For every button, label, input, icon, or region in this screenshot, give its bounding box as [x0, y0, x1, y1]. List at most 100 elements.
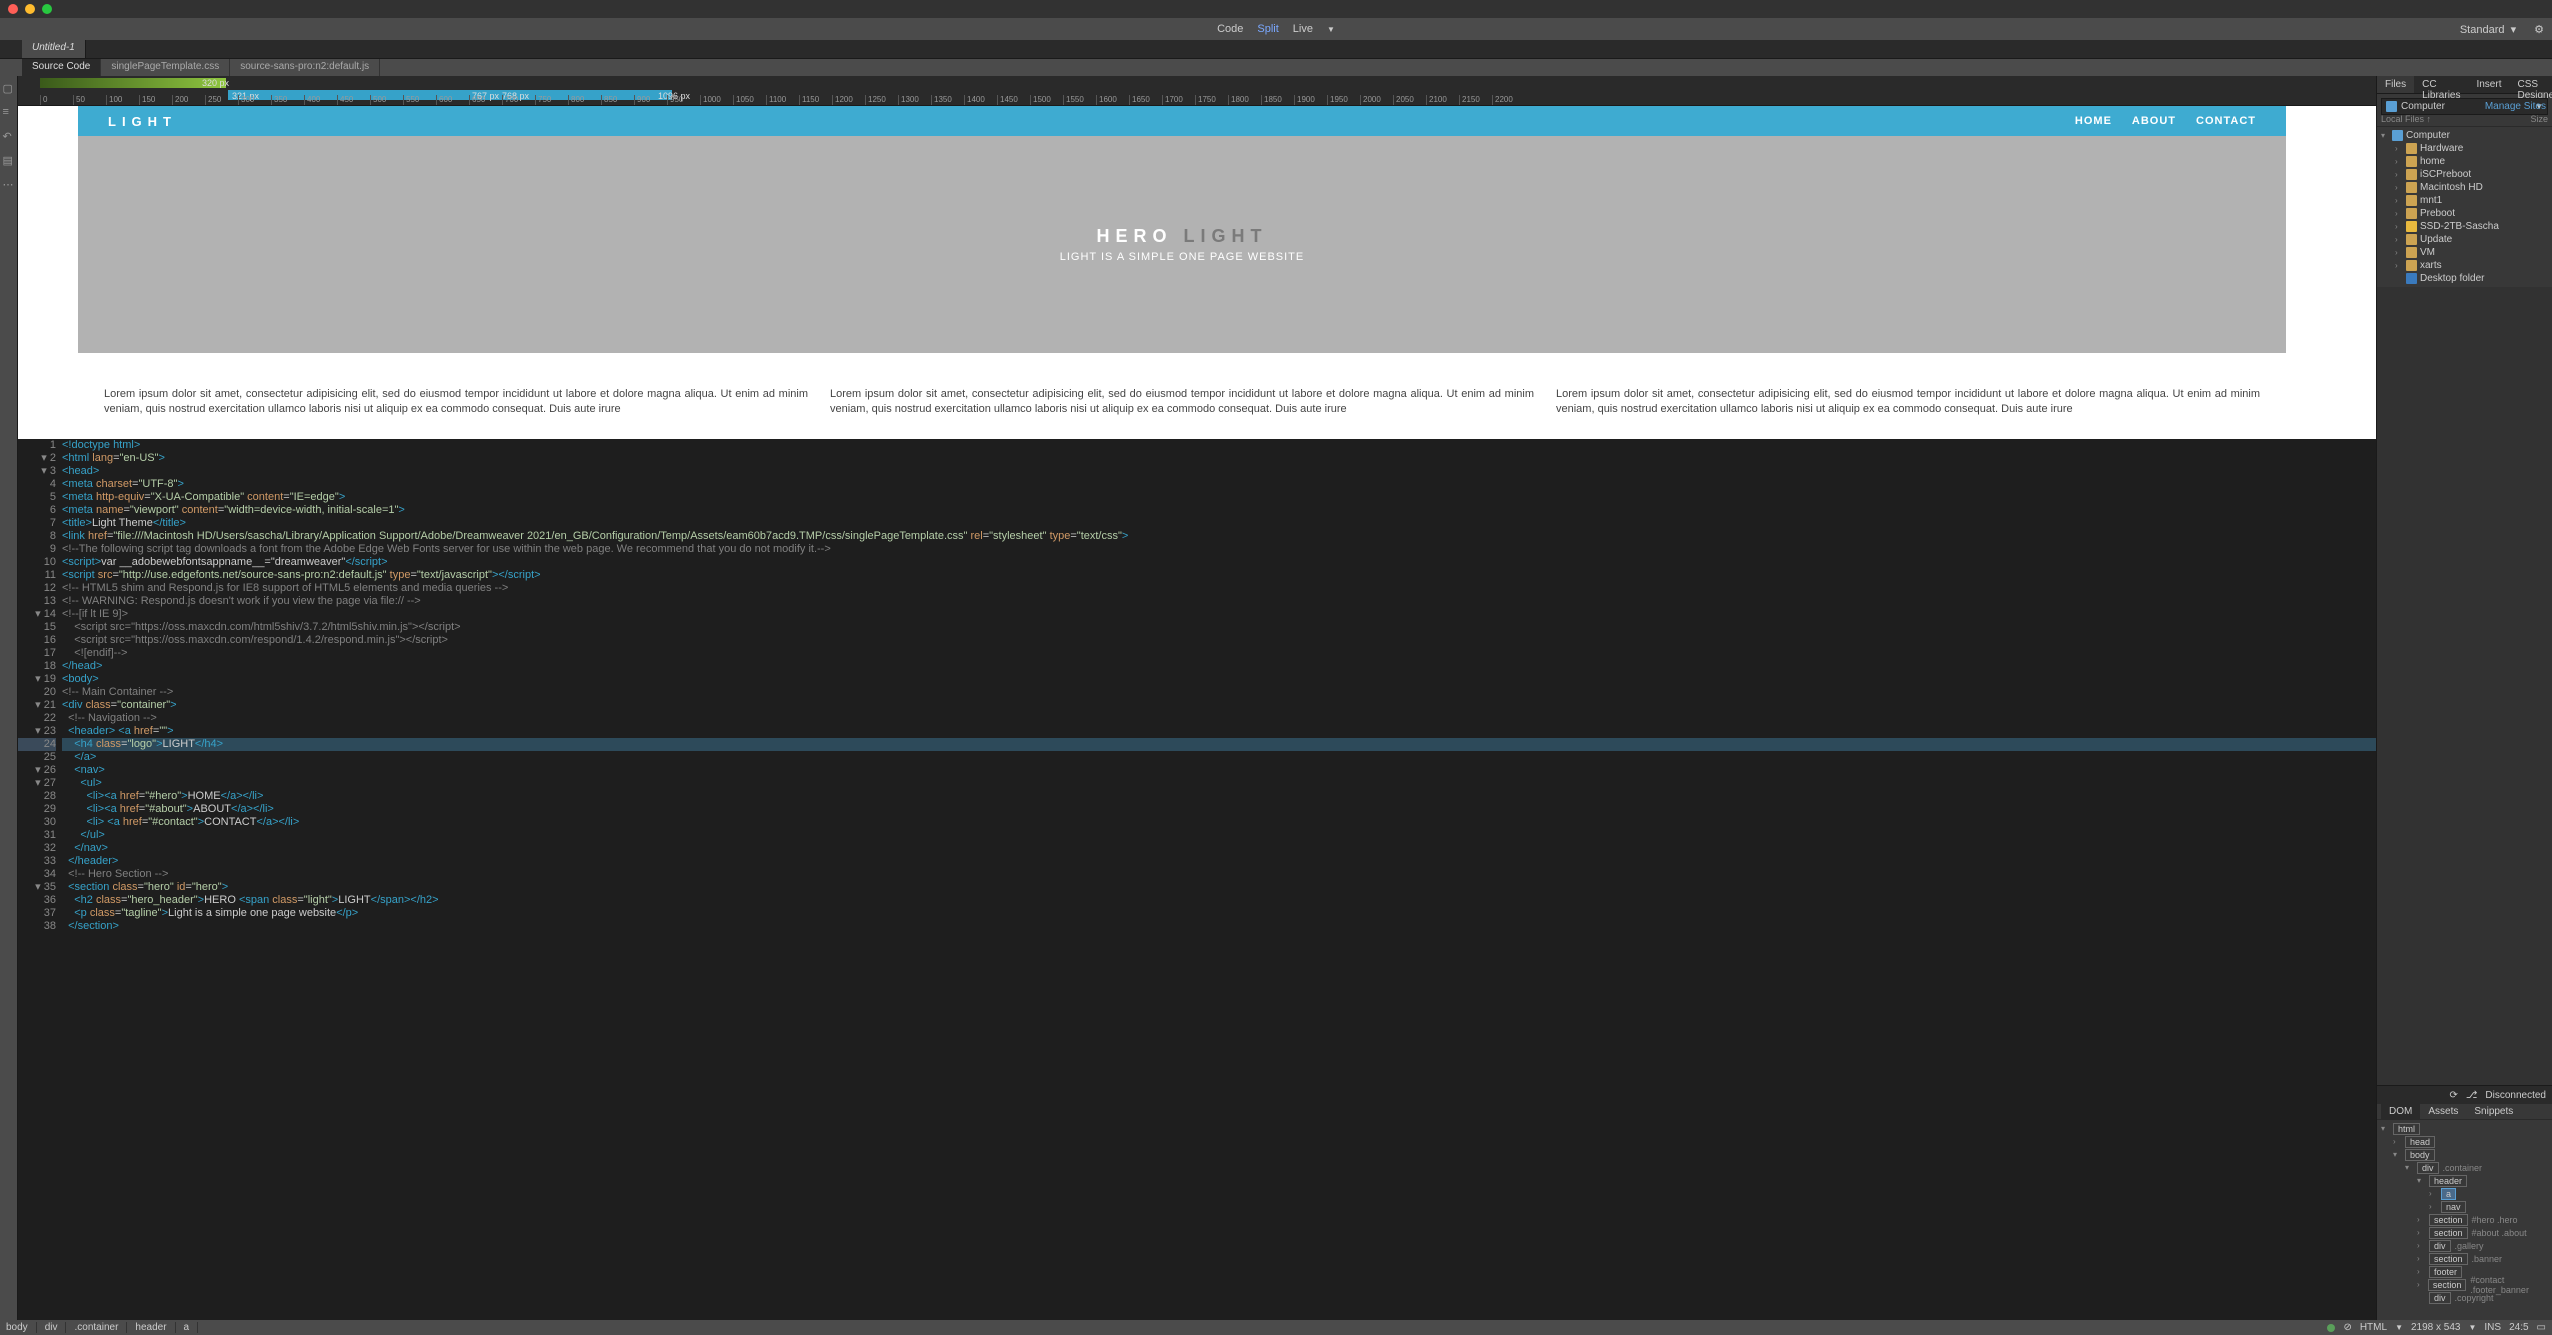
- refresh-icon[interactable]: ⟳: [2449, 1090, 2457, 1101]
- sync-settings-icon[interactable]: ⚙: [2534, 23, 2544, 36]
- computer-icon: [2386, 101, 2397, 112]
- preview-header: LIGHT HOME ABOUT CONTACT: [78, 106, 2286, 136]
- dom-tree-item[interactable]: ›div.gallery: [2377, 1239, 2552, 1252]
- breadcrumb-header[interactable]: header: [135, 1322, 175, 1333]
- dom-panel-tabs: DOM Assets Snippets: [2377, 1104, 2552, 1120]
- code-gutter: 1▾ 2▾ 3 4 5 6 7 8 9 10 11 12 13▾ 14 15 1…: [18, 439, 62, 1320]
- related-file-css[interactable]: singlePageTemplate.css: [101, 59, 230, 76]
- dom-tree: ▾html›head▾body▾div.container▾header›a›n…: [2377, 1120, 2552, 1306]
- dom-tree-item[interactable]: ›a: [2377, 1187, 2552, 1200]
- dom-tree-item[interactable]: ›head: [2377, 1135, 2552, 1148]
- files-header: Local Files ↑ Size: [2377, 112, 2552, 127]
- site-dropdown-label: Computer: [2401, 101, 2445, 112]
- format-icon[interactable]: ▤: [3, 154, 15, 166]
- breadcrumb-div[interactable]: div: [45, 1322, 67, 1333]
- dom-tree-item[interactable]: ›section#hero .hero: [2377, 1213, 2552, 1226]
- files-tree: ▾Computer›Hardware›home›iSCPreboot›Macin…: [2377, 127, 2552, 287]
- workspace-dropdown[interactable]: Standard ▾: [2452, 21, 2524, 38]
- right-panel-group: Files CC Libraries Insert CSS Designer C…: [2376, 76, 2552, 1320]
- file-tree-item[interactable]: Desktop folder: [2377, 272, 2552, 285]
- insert-tab[interactable]: Insert: [2468, 76, 2509, 93]
- status-insert-mode[interactable]: INS: [2484, 1322, 2501, 1333]
- dom-tree-item[interactable]: ›section.banner: [2377, 1252, 2552, 1265]
- file-tree-item[interactable]: ›VM: [2377, 246, 2552, 259]
- preview-hero-heading: HERO LIGHT: [1096, 226, 1267, 247]
- view-mode-dropdown-icon[interactable]: ▼: [1327, 25, 1335, 34]
- media-label-320: 320 px: [202, 78, 229, 88]
- error-indicator-icon[interactable]: ⊘: [2343, 1322, 2351, 1333]
- dom-tree-item[interactable]: ›section#about .about: [2377, 1226, 2552, 1239]
- left-tool-rail: ▢ ≡ ↶ ▤ ⋯: [0, 76, 18, 1320]
- media-range-small[interactable]: [40, 78, 226, 88]
- file-manage-icon[interactable]: ▢: [3, 82, 15, 94]
- file-tree-item[interactable]: ›Macintosh HD: [2377, 181, 2552, 194]
- file-tree-item[interactable]: ›Preboot: [2377, 207, 2552, 220]
- minimize-window-icon[interactable]: [25, 4, 35, 14]
- dom-tab[interactable]: DOM: [2381, 1104, 2420, 1119]
- file-tree-item[interactable]: ›Hardware: [2377, 142, 2552, 155]
- close-window-icon[interactable]: [8, 4, 18, 14]
- hero-heading-dark: HERO: [1096, 226, 1172, 246]
- app-toolbar: Code Split Live ▼ Standard ▾ ⚙: [0, 18, 2552, 40]
- related-file-source[interactable]: Source Code: [22, 59, 101, 76]
- file-tree-item[interactable]: ›home: [2377, 155, 2552, 168]
- dom-tree-item[interactable]: ▾div.container: [2377, 1161, 2552, 1174]
- files-panel: Files CC Libraries Insert CSS Designer C…: [2377, 76, 2552, 287]
- file-tree-item[interactable]: ›Update: [2377, 233, 2552, 246]
- preview-logo[interactable]: LIGHT: [108, 114, 177, 129]
- snippets-tab[interactable]: Snippets: [2466, 1104, 2521, 1119]
- code-editor[interactable]: 1▾ 2▾ 3 4 5 6 7 8 9 10 11 12 13▾ 14 15 1…: [18, 439, 2376, 1320]
- status-bar: body div .container header a ⊘ HTML ▼ 21…: [0, 1320, 2552, 1335]
- undo-icon[interactable]: ↶: [3, 130, 15, 142]
- dom-panel-group: ⟳ ⎇ Disconnected DOM Assets Snippets ▾ht…: [2377, 1085, 2552, 1320]
- media-query-bar[interactable]: 320 px 321 px 767 px 768 px 1096 px 0501…: [18, 76, 2376, 106]
- status-viewport-size: 2198 x 543: [2411, 1322, 2461, 1333]
- files-col-size[interactable]: Size: [2530, 114, 2548, 124]
- status-cursor-pos: 24:5: [2509, 1322, 2528, 1333]
- window-traffic-lights: [8, 4, 52, 14]
- related-file-js[interactable]: source-sans-pro:n2:default.js: [230, 59, 380, 76]
- view-mode-switcher: Code Split Live ▼: [1217, 23, 1335, 35]
- file-tree-item[interactable]: ›SSD-2TB-Sascha: [2377, 220, 2552, 233]
- file-tree-item[interactable]: ›mnt1: [2377, 194, 2552, 207]
- maximize-window-icon[interactable]: [42, 4, 52, 14]
- preview-nav-about[interactable]: ABOUT: [2132, 115, 2176, 127]
- dom-tree-item[interactable]: ▾header: [2377, 1174, 2552, 1187]
- preview-col-3: Lorem ipsum dolor sit amet, consectetur …: [1556, 387, 2260, 418]
- files-panel-tabs: Files CC Libraries Insert CSS Designer: [2377, 76, 2552, 94]
- document-tab[interactable]: Untitled-1: [22, 40, 86, 58]
- breadcrumb-body[interactable]: body: [6, 1322, 37, 1333]
- live-preview-pane[interactable]: LIGHT HOME ABOUT CONTACT HERO LIGHT LIGH…: [18, 106, 2376, 439]
- git-status: Disconnected: [2485, 1090, 2546, 1101]
- dom-tree-item[interactable]: ›section#contact .footer_banner: [2377, 1278, 2552, 1291]
- hero-heading-light: LIGHT: [1184, 226, 1268, 246]
- view-mode-live[interactable]: Live: [1293, 23, 1313, 35]
- assets-tab[interactable]: Assets: [2420, 1104, 2466, 1119]
- more-icon[interactable]: ⋯: [3, 178, 15, 190]
- view-mode-code[interactable]: Code: [1217, 23, 1243, 35]
- preview-nav-contact[interactable]: CONTACT: [2196, 115, 2256, 127]
- dom-tree-item[interactable]: ▾body: [2377, 1148, 2552, 1161]
- code-content[interactable]: <!doctype html><html lang="en-US"><head>…: [62, 439, 2376, 1320]
- preview-col-1: Lorem ipsum dolor sit amet, consectetur …: [104, 387, 808, 418]
- status-lang[interactable]: HTML: [2360, 1322, 2387, 1333]
- breadcrumb-a[interactable]: a: [184, 1322, 199, 1333]
- git-icon[interactable]: ⎇: [2466, 1090, 2478, 1101]
- css-designer-tab[interactable]: CSS Designer: [2509, 76, 2552, 93]
- preview-nav-home[interactable]: HOME: [2075, 115, 2112, 127]
- related-files-bar: Source Code singlePageTemplate.css sourc…: [0, 58, 2552, 76]
- preview-tagline: LIGHT IS A SIMPLE ONE PAGE WEBSITE: [1060, 251, 1305, 263]
- view-mode-split[interactable]: Split: [1257, 23, 1278, 35]
- cc-libraries-tab[interactable]: CC Libraries: [2414, 76, 2468, 93]
- macos-titlebar: [0, 0, 2552, 18]
- file-tree-item[interactable]: ▾Computer: [2377, 129, 2552, 142]
- dom-tree-item[interactable]: ›nav: [2377, 1200, 2552, 1213]
- file-tree-item[interactable]: ›xarts: [2377, 259, 2552, 272]
- dom-tree-item[interactable]: ▾html: [2377, 1122, 2552, 1135]
- preview-in-browser-icon[interactable]: ▭: [2537, 1322, 2546, 1333]
- file-tree-item[interactable]: ›iSCPreboot: [2377, 168, 2552, 181]
- files-col-name[interactable]: Local Files ↑: [2381, 114, 2530, 124]
- breadcrumb-container[interactable]: .container: [74, 1322, 127, 1333]
- split-icon[interactable]: ≡: [3, 106, 15, 118]
- files-tab[interactable]: Files: [2377, 76, 2414, 93]
